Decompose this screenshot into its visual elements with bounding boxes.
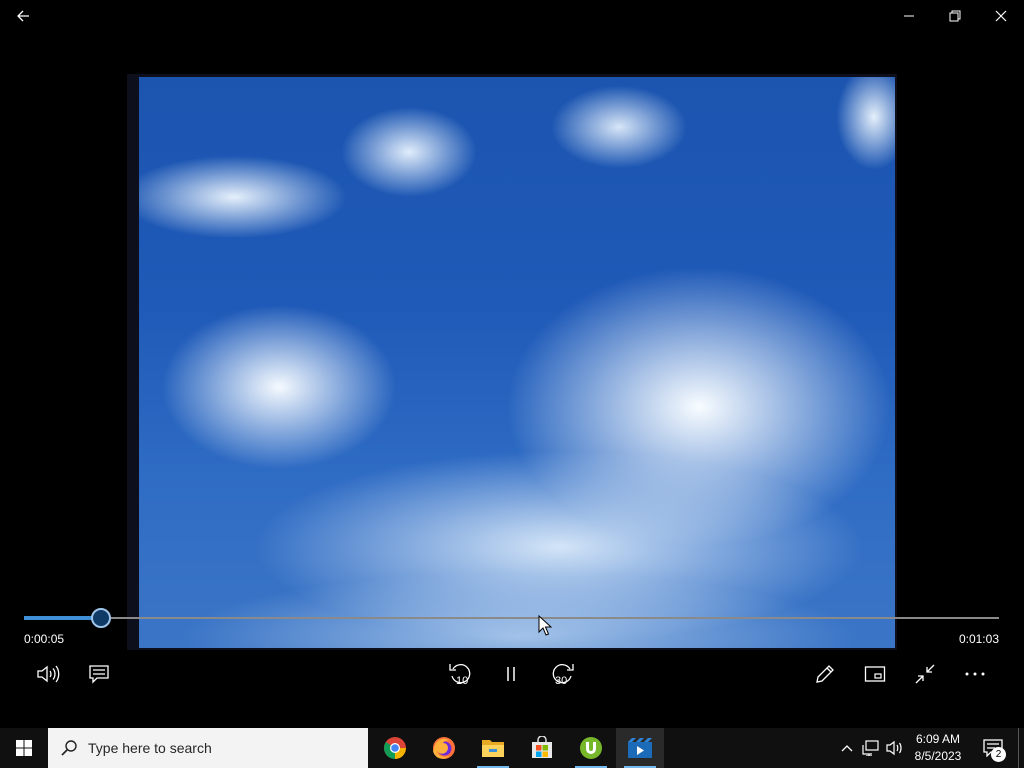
search-icon	[60, 739, 78, 757]
volume-tray-button[interactable]	[883, 728, 907, 768]
restore-icon	[949, 10, 961, 22]
seek-bar-track[interactable]	[24, 617, 999, 619]
back-button[interactable]	[0, 0, 46, 32]
title-bar	[0, 0, 1024, 32]
taskbar-app-firefox[interactable]	[420, 728, 468, 768]
seek-bar-thumb[interactable]	[91, 608, 111, 628]
close-icon	[995, 10, 1007, 22]
show-desktop-button[interactable]	[1018, 728, 1024, 768]
taskbar-app-movies-tv[interactable]	[616, 728, 664, 768]
current-time: 0:00:05	[24, 632, 65, 646]
network-icon	[862, 740, 879, 756]
start-button[interactable]	[0, 728, 48, 768]
video-frame-sky-clouds	[139, 77, 895, 648]
action-center-button[interactable]: 2	[976, 728, 1010, 768]
more-icon	[965, 672, 985, 676]
restore-button[interactable]	[932, 0, 978, 32]
video-surface[interactable]	[127, 74, 897, 650]
store-icon	[532, 736, 552, 758]
minimize-icon	[904, 15, 914, 17]
chrome-icon	[384, 737, 406, 759]
total-time: 0:01:03	[958, 632, 999, 646]
seek-bar-progress	[24, 616, 101, 620]
pause-button[interactable]	[491, 656, 531, 692]
skip-forward-icon: 30	[552, 664, 574, 687]
search-input[interactable]	[88, 740, 358, 756]
windows-logo-icon	[16, 740, 32, 756]
arrow-left-icon	[17, 10, 29, 22]
movies-tv-icon	[628, 738, 652, 758]
skip-back-icon: 10	[449, 664, 471, 687]
mini-view-icon	[864, 666, 886, 682]
pencil-icon	[816, 665, 834, 683]
speaker-icon	[886, 740, 902, 756]
pause-icon	[507, 667, 515, 681]
taskbar-app-file-explorer[interactable]	[469, 728, 517, 768]
skip-back-button[interactable]: 10	[441, 656, 481, 692]
firefox-icon	[433, 737, 455, 759]
more-options-button[interactable]	[955, 656, 995, 692]
skip-back-label: 10	[456, 675, 468, 687]
show-hidden-icons-button[interactable]	[836, 728, 858, 768]
skip-forward-label: 30	[555, 675, 567, 687]
minimize-button[interactable]	[886, 0, 932, 32]
subtitles-button[interactable]	[79, 656, 119, 692]
taskbar-app-store[interactable]	[518, 728, 566, 768]
exit-fullscreen-button[interactable]	[905, 656, 945, 692]
clock-date: 8/5/2023	[914, 749, 962, 763]
exit-fullscreen-icon	[915, 664, 935, 684]
utorrent-icon	[580, 737, 602, 759]
mouse-cursor-icon	[538, 615, 552, 636]
subtitles-icon	[89, 665, 109, 684]
skip-forward-button[interactable]: 30	[542, 656, 582, 692]
taskbar-app-chrome[interactable]	[371, 728, 419, 768]
taskbar-app-utorrent[interactable]	[567, 728, 615, 768]
clock-time: 6:09 AM	[915, 732, 961, 746]
volume-button[interactable]	[28, 656, 68, 692]
notification-count-badge: 2	[991, 747, 1006, 762]
chevron-up-icon	[841, 745, 853, 752]
mini-view-button[interactable]	[855, 656, 895, 692]
edit-button[interactable]	[805, 656, 845, 692]
taskbar-search-box[interactable]	[48, 728, 368, 768]
taskbar: 6:09 AM 8/5/2023 2	[0, 728, 1024, 768]
network-tray-button[interactable]	[859, 728, 883, 768]
file-explorer-icon	[482, 740, 504, 757]
taskbar-clock[interactable]: 6:09 AM 8/5/2023	[910, 728, 966, 768]
close-button[interactable]	[978, 0, 1024, 32]
volume-icon	[37, 665, 60, 683]
